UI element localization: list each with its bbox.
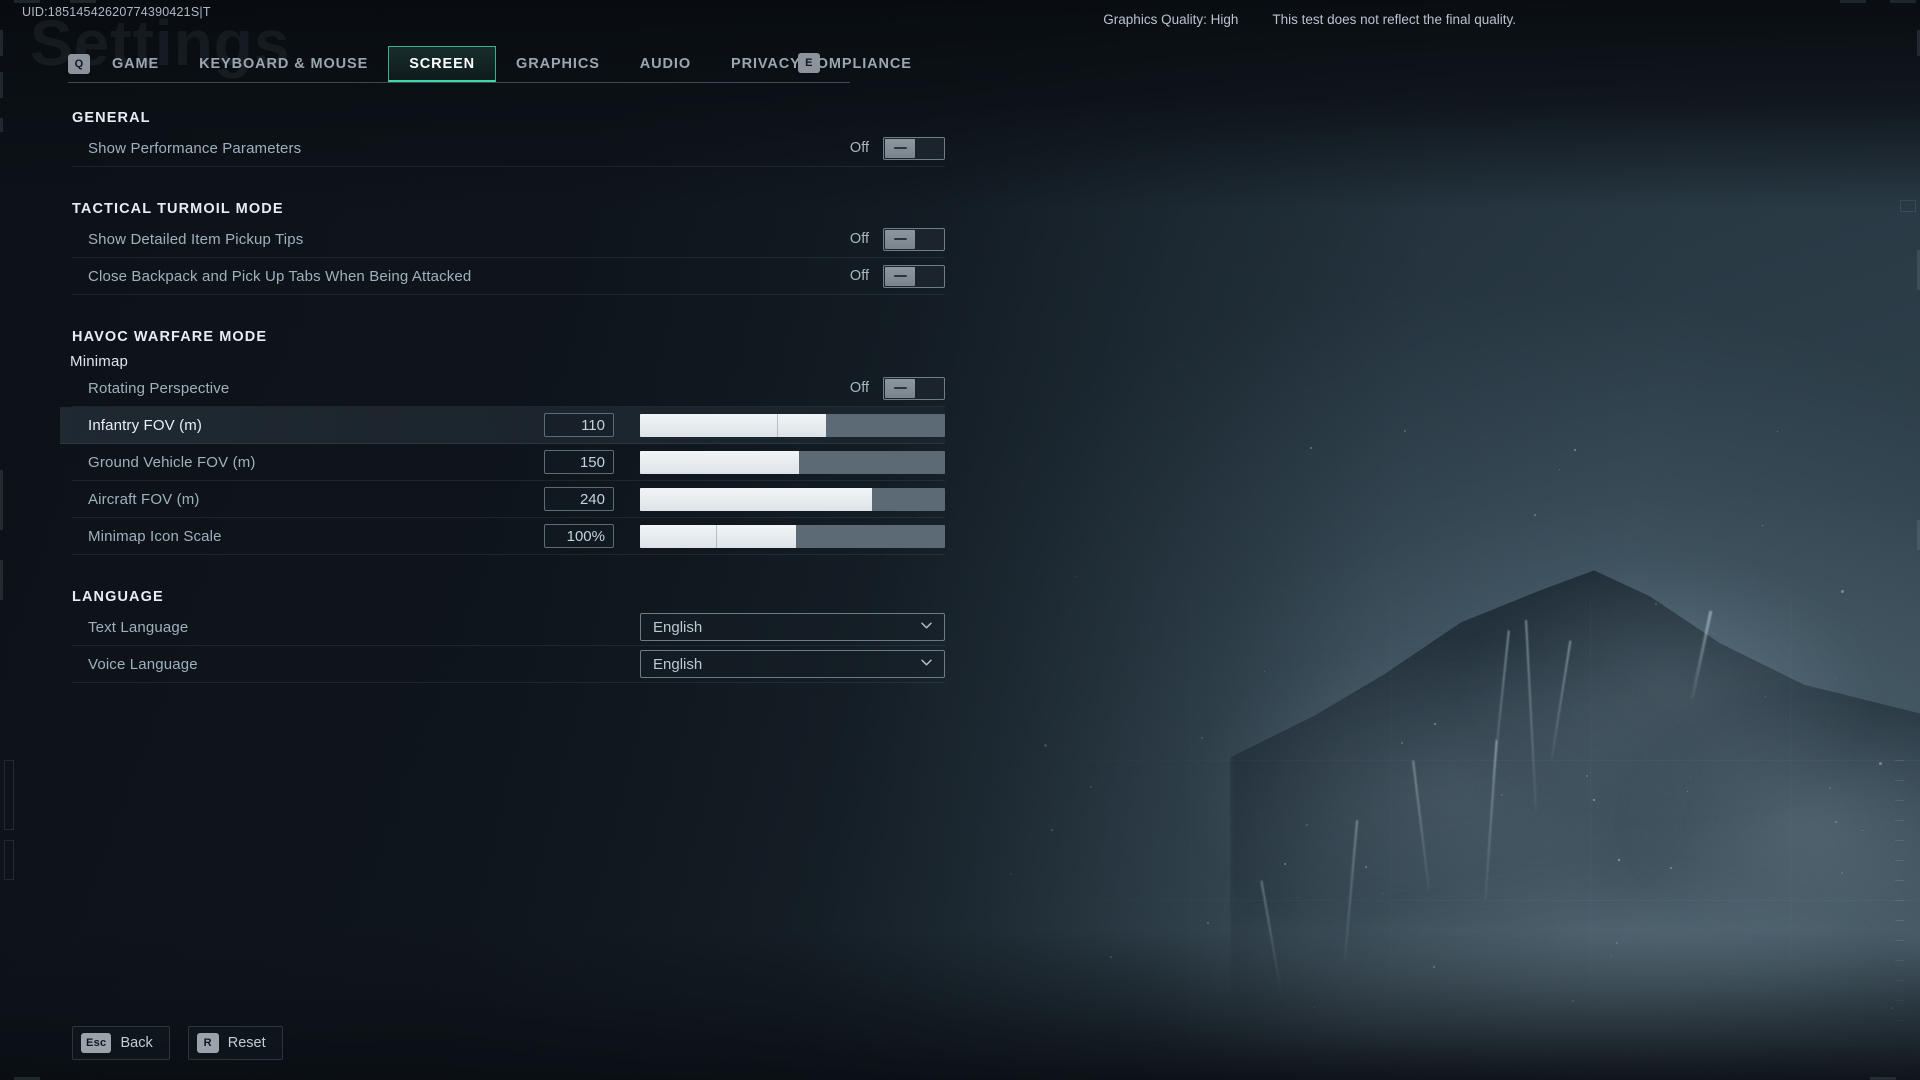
tab-game[interactable]: GAME xyxy=(92,46,179,82)
settings-row[interactable]: Show Detailed Item Pickup Tips Off xyxy=(72,221,945,258)
back-button[interactable]: Esc Back xyxy=(72,1026,170,1060)
dropdown-value: English xyxy=(653,656,702,673)
reset-button[interactable]: R Reset xyxy=(188,1026,283,1060)
setting-control: 240 xyxy=(544,487,945,511)
toggle-switch[interactable] xyxy=(883,265,945,288)
settings-row[interactable]: Infantry FOV (m) 110 xyxy=(60,407,945,444)
slider-fill xyxy=(640,451,799,474)
slider-tick xyxy=(716,525,717,548)
slider-value-box[interactable]: 150 xyxy=(544,450,614,474)
section-title: HAVOC WARFARE MODE xyxy=(72,329,1000,345)
slider-fill xyxy=(640,525,796,548)
setting-control: 100% xyxy=(544,524,945,548)
disclaimer-text: This test does not reflect the final qua… xyxy=(1272,12,1516,27)
toggle-switch[interactable] xyxy=(883,377,945,400)
slider-track[interactable] xyxy=(640,488,945,511)
settings-row[interactable]: Close Backpack and Pick Up Tabs When Bei… xyxy=(72,258,945,295)
reset-button-label: Reset xyxy=(228,1035,266,1051)
prev-tab-key-badge[interactable]: Q xyxy=(68,54,90,74)
tab-graphics[interactable]: GRAPHICS xyxy=(496,46,620,82)
slider-value-box[interactable]: 110 xyxy=(544,413,614,437)
setting-label: Close Backpack and Pick Up Tabs When Bei… xyxy=(72,268,847,285)
setting-control: English xyxy=(640,650,945,678)
setting-label: Show Detailed Item Pickup Tips xyxy=(72,231,847,248)
setting-control: Off xyxy=(847,377,945,400)
setting-label: Infantry FOV (m) xyxy=(72,417,544,434)
toggle-switch[interactable] xyxy=(883,137,945,160)
toggle-knob xyxy=(885,230,915,249)
footer-actions[interactable]: Esc Back R Reset xyxy=(72,1026,283,1060)
chevron-down-icon xyxy=(919,655,934,674)
section-title: TACTICAL TURMOIL MODE xyxy=(72,201,1000,217)
back-button-label: Back xyxy=(120,1035,152,1051)
settings-row[interactable]: Show Performance Parameters Off xyxy=(72,130,945,167)
slider-track[interactable] xyxy=(640,451,945,474)
reset-key-badge: R xyxy=(197,1033,219,1053)
slider-track[interactable] xyxy=(640,525,945,548)
slider-tick xyxy=(777,414,778,437)
graphics-quality-text: Graphics Quality: High xyxy=(1103,12,1238,27)
settings-row[interactable]: Voice Language English xyxy=(72,646,945,683)
setting-control: Off xyxy=(847,137,945,160)
toggle-switch[interactable] xyxy=(883,228,945,251)
slider-track[interactable] xyxy=(640,414,945,437)
toggle-state-label: Off xyxy=(847,268,869,284)
toggle-state-label: Off xyxy=(847,140,869,156)
toggle-state-label: Off xyxy=(847,231,869,247)
setting-control: 150 xyxy=(544,450,945,474)
settings-row[interactable]: Rotating Perspective Off xyxy=(72,370,945,407)
setting-label: Aircraft FOV (m) xyxy=(72,491,544,508)
slider-fill xyxy=(640,488,872,511)
slider-value-box[interactable]: 100% xyxy=(544,524,614,548)
back-key-badge: Esc xyxy=(81,1033,111,1053)
toggle-state-label: Off xyxy=(847,380,869,396)
tab-privacy-compliance[interactable]: PRIVACY COMPLIANCE xyxy=(711,46,932,82)
slider-fill xyxy=(640,414,826,437)
tab-screen[interactable]: SCREEN xyxy=(388,46,496,82)
settings-row[interactable]: Ground Vehicle FOV (m) 150 xyxy=(72,444,945,481)
setting-label: Text Language xyxy=(72,619,640,636)
setting-label: Show Performance Parameters xyxy=(72,140,847,157)
settings-row[interactable]: Minimap Icon Scale 100% xyxy=(72,518,945,555)
dropdown-value: English xyxy=(653,619,702,636)
section-title: LANGUAGE xyxy=(72,589,1000,605)
language-dropdown[interactable]: English xyxy=(640,650,945,678)
section-title: GENERAL xyxy=(72,110,1000,126)
settings-content: GENERAL Show Performance Parameters Off TAC… xyxy=(0,110,1000,683)
setting-label: Ground Vehicle FOV (m) xyxy=(72,454,544,471)
section-subtitle: Minimap xyxy=(70,353,1000,370)
next-tab-key-badge[interactable]: E xyxy=(798,53,820,73)
setting-control: English xyxy=(640,613,945,641)
settings-tab-bar[interactable]: Q GAME KEYBOARD & MOUSE SCREEN GRAPHICS AUDIO… xyxy=(68,46,850,83)
setting-label: Voice Language xyxy=(72,656,640,673)
language-dropdown[interactable]: English xyxy=(640,613,945,641)
toggle-knob xyxy=(885,267,915,286)
setting-control: Off xyxy=(847,228,945,251)
slider-value-box[interactable]: 240 xyxy=(544,487,614,511)
header-status-bar: Graphics Quality: High This test does no… xyxy=(0,12,1920,27)
toggle-knob xyxy=(885,379,915,398)
setting-label: Minimap Icon Scale xyxy=(72,528,544,545)
setting-control: Off xyxy=(847,265,945,288)
settings-row[interactable]: Text Language English xyxy=(72,609,945,646)
setting-control: 110 xyxy=(544,413,945,437)
chevron-down-icon xyxy=(919,618,934,637)
setting-label: Rotating Perspective xyxy=(72,380,847,397)
tab-keyboard-mouse[interactable]: KEYBOARD & MOUSE xyxy=(179,46,388,82)
settings-row[interactable]: Aircraft FOV (m) 240 xyxy=(72,481,945,518)
toggle-knob xyxy=(885,139,915,158)
tab-audio[interactable]: AUDIO xyxy=(620,46,711,82)
